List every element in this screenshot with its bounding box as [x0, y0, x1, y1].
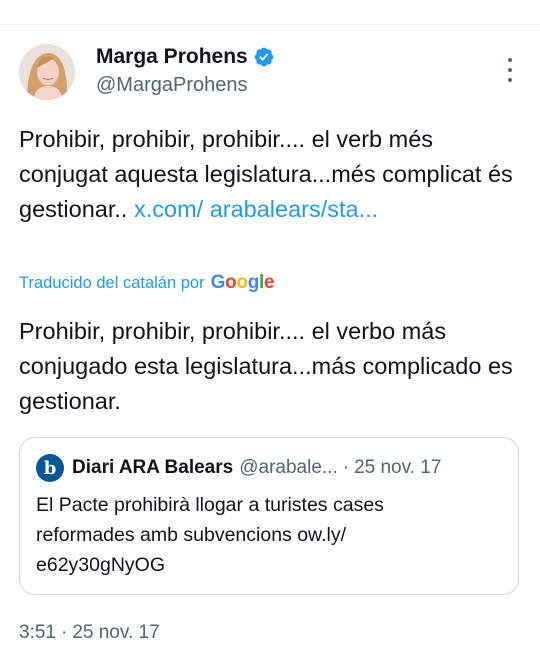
separator-dot: ·: [342, 457, 350, 478]
dot: [508, 78, 512, 82]
ara-balears-logo-icon: b: [36, 454, 64, 482]
quoted-tweet-header: b Diari ARA Balears @arabale... · 25 nov…: [36, 454, 441, 482]
quoted-tweet-date[interactable]: 25 nov. 17: [354, 457, 441, 479]
tweet-link[interactable]: x.com/ arabalears/sta...: [134, 196, 378, 222]
dot: [508, 58, 512, 62]
verified-badge-icon: [254, 47, 274, 67]
avatar[interactable]: [19, 44, 75, 100]
dot: [508, 68, 512, 72]
separator-dot: ·: [60, 622, 68, 643]
tweet-text: Prohibir, prohibir, prohibir.... el verb…: [19, 122, 524, 227]
tweet-timestamp[interactable]: 3:51 · 25 nov. 17: [19, 622, 160, 644]
quoted-tweet-text: El Pacte prohibirà llogar a turistes cas…: [36, 494, 384, 576]
author-name-row[interactable]: Marga Prohens: [96, 45, 275, 69]
google-logo-icon: Google: [210, 272, 275, 293]
tweet-date: 25 nov. 17: [72, 622, 160, 643]
more-options-icon[interactable]: [500, 58, 520, 82]
top-divider: [0, 24, 540, 25]
translated-text: Prohibir, prohibir, prohibir.... el verb…: [19, 318, 513, 414]
tweet-time: 3:51: [19, 622, 56, 643]
profile-photo-icon: [19, 44, 75, 100]
quoted-author-handle: @arabale...: [239, 457, 338, 478]
translation-label: Traducido del catalán por: [19, 273, 205, 292]
quoted-author-name[interactable]: Diari ARA Balears: [72, 457, 233, 479]
quoted-tweet-card[interactable]: b Diari ARA Balears @arabale... · 25 nov…: [19, 437, 519, 595]
author-name[interactable]: Marga Prohens: [96, 45, 248, 69]
translation-attribution: Traducido del catalán por Google: [19, 272, 275, 294]
author-handle[interactable]: @MargaProhens: [96, 74, 247, 97]
